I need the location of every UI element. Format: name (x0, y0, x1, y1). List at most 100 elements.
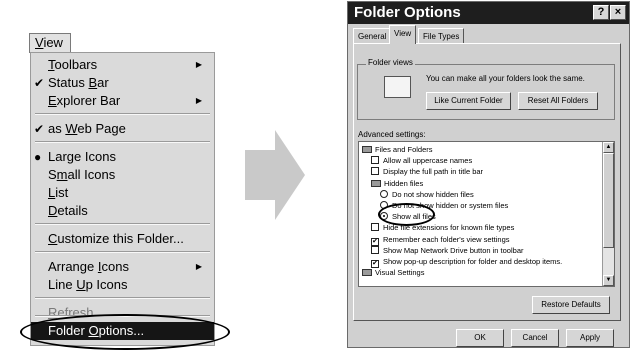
setting-row[interactable]: Do not show hidden or system files (380, 200, 508, 211)
setting-label: Show Map Network Drive button in toolbar (383, 245, 524, 255)
tab-file-types[interactable]: File Types (418, 28, 465, 44)
menu-item-10[interactable]: Arrange Icons ▶ (31, 258, 214, 276)
reset-all-folders-button[interactable]: Reset All Folders (518, 92, 598, 110)
close-button[interactable]: × (610, 5, 626, 20)
scroll-up-icon[interactable]: ▲ (603, 142, 614, 153)
setting-row[interactable]: Display the full path in title bar (371, 166, 483, 177)
checkbox-icon[interactable] (371, 245, 379, 254)
checkbox-icon[interactable] (371, 223, 379, 232)
menu-item-label: Explorer Bar (48, 92, 120, 110)
view-menu-title-rest: iew (43, 35, 63, 50)
setting-label: Files and Folders (375, 145, 433, 154)
help-button[interactable]: ? (593, 5, 609, 20)
menu-item-label: Arrange Icons (48, 258, 129, 276)
menu-item-label: Customize this Folder... (48, 230, 184, 248)
cancel-button[interactable]: Cancel (511, 329, 559, 347)
menu-item-7[interactable]: List (31, 184, 214, 202)
menu-item-12[interactable]: Refresh (31, 304, 214, 322)
tab-view[interactable]: View (389, 25, 417, 44)
menu-item-13[interactable]: Folder Options... (31, 322, 214, 340)
menu-item-label-pre: S (48, 167, 57, 182)
menu-item-label-post: oolbars (54, 57, 98, 72)
setting-row[interactable]: Files and Folders (362, 144, 433, 155)
scroll-thumb[interactable] (603, 153, 614, 248)
setting-label: Display the full path in title bar (383, 167, 484, 177)
menu-item-1[interactable]: Toolbars ▶ (31, 56, 214, 74)
setting-label: Allow all uppercase names (383, 156, 473, 166)
folder-options-dialog: Folder Options ? × General View File Typ… (347, 1, 630, 348)
setting-row[interactable]: Hidden files (371, 178, 423, 189)
radio-icon[interactable] (380, 201, 388, 209)
advanced-settings-list[interactable]: ▲ ▼ Files and Folders Allow all uppercase… (358, 141, 615, 287)
setting-row[interactable]: Hide file extensions for known file type… (371, 222, 514, 233)
menu-item-label-pre: Folder (48, 323, 89, 338)
scroll-down-icon[interactable]: ▼ (603, 275, 614, 286)
like-current-folder-button[interactable]: Like Current Folder (426, 92, 511, 110)
setting-row[interactable]: Show Map Network Drive button in toolbar (371, 245, 523, 256)
menu-item-label-pre: Lar (48, 149, 67, 164)
menu-item-11[interactable]: Line Up Icons (31, 276, 214, 294)
menu-item-label-post: ar (97, 75, 109, 90)
setting-row[interactable]: Allow all uppercase names (371, 155, 472, 166)
menu-item-label-post: xplorer Bar (56, 93, 121, 108)
radio-icon[interactable] (380, 189, 388, 198)
menu-item-8[interactable]: Details (31, 202, 214, 220)
list-scrollbar[interactable]: ▲ ▼ (602, 142, 614, 286)
right-arrow-icon (245, 130, 305, 220)
submenu-arrow-icon: ▶ (195, 60, 202, 69)
menu-item-4[interactable]: ✔ as Web Page (31, 120, 214, 138)
menu-item-3[interactable]: Explorer Bar ▶ (31, 92, 214, 110)
menu-item-label-post: ptions... (98, 323, 145, 338)
ok-button[interactable]: OK (456, 329, 504, 347)
menu-item-label-post: efresh (57, 305, 94, 320)
menu-separator (35, 315, 210, 317)
menu-item-label-pre: as (48, 121, 66, 136)
menu-item-accel: m (56, 167, 68, 182)
setting-row[interactable]: ✔ Remember each folder's view settings (371, 234, 510, 246)
folder-views-text: You can make all your folders look the s… (426, 74, 585, 83)
submenu-arrow-icon: ▶ (195, 96, 202, 105)
setting-row[interactable]: Visual Settings (362, 267, 424, 278)
setting-label: Show pop-up description for folder and d… (383, 257, 563, 266)
menu-item-label: Large Icons (48, 148, 116, 166)
setting-row[interactable]: ✔ Show pop-up description for folder and … (371, 256, 563, 268)
dialog-titlebar[interactable]: Folder Options ? × (348, 2, 629, 24)
folder-views-label: Folder views (366, 58, 415, 67)
menu-item-label: as Web Page (48, 120, 126, 138)
menu-item-label-post: p Icons (85, 277, 128, 292)
menu-item-label: Refresh (48, 304, 94, 322)
folder-icon (371, 179, 381, 187)
menu-item-6[interactable]: Small Icons (31, 166, 214, 184)
menu-separator (35, 223, 210, 225)
menu-separator (35, 113, 210, 115)
menu-item-2[interactable]: ✔ Status Bar (31, 74, 214, 92)
restore-defaults-button[interactable]: Restore Defaults (532, 296, 610, 314)
menu-item-label-post: e Icons (74, 149, 116, 164)
radio-bullet-icon: ● (34, 150, 42, 164)
menu-item-label-pre: Arrange (48, 259, 98, 274)
setting-label: Hide file extensions for known file type… (383, 223, 515, 233)
checkbox-icon[interactable] (371, 167, 379, 176)
setting-label: Hidden files (384, 178, 424, 188)
checkmark-icon: ✔ (34, 76, 45, 90)
setting-row[interactable]: Do not show hidden files (380, 189, 474, 200)
view-menu-title[interactable]: View (29, 33, 71, 53)
menu-item-accel: O (88, 323, 99, 338)
menu-item-label-pre: Line (48, 277, 77, 292)
setting-label: Do not show hidden files (392, 189, 474, 199)
menu-item-9[interactable]: Customize this Folder... (31, 230, 214, 248)
menu-item-label: Toolbars (48, 56, 97, 74)
apply-button[interactable]: Apply (566, 329, 614, 347)
tab-general[interactable]: General (353, 28, 392, 44)
menu-item-label-pre: Status (48, 75, 89, 90)
radio-icon[interactable] (380, 212, 388, 221)
checkbox-icon[interactable] (371, 156, 379, 165)
advanced-settings-label: Advanced settings: (358, 130, 426, 139)
view-menu-panel: Toolbars ▶ ✔ Status Bar Explorer Bar ▶ ✔ as Web… (30, 52, 215, 346)
folder-icon (362, 269, 372, 277)
setting-label: Show all files (392, 212, 436, 222)
setting-row[interactable]: Show all files (380, 211, 436, 222)
submenu-arrow-icon: ▶ (195, 262, 202, 271)
menu-item-5[interactable]: ● Large Icons (31, 148, 214, 166)
menu-item-label: Folder Options... (48, 322, 144, 340)
